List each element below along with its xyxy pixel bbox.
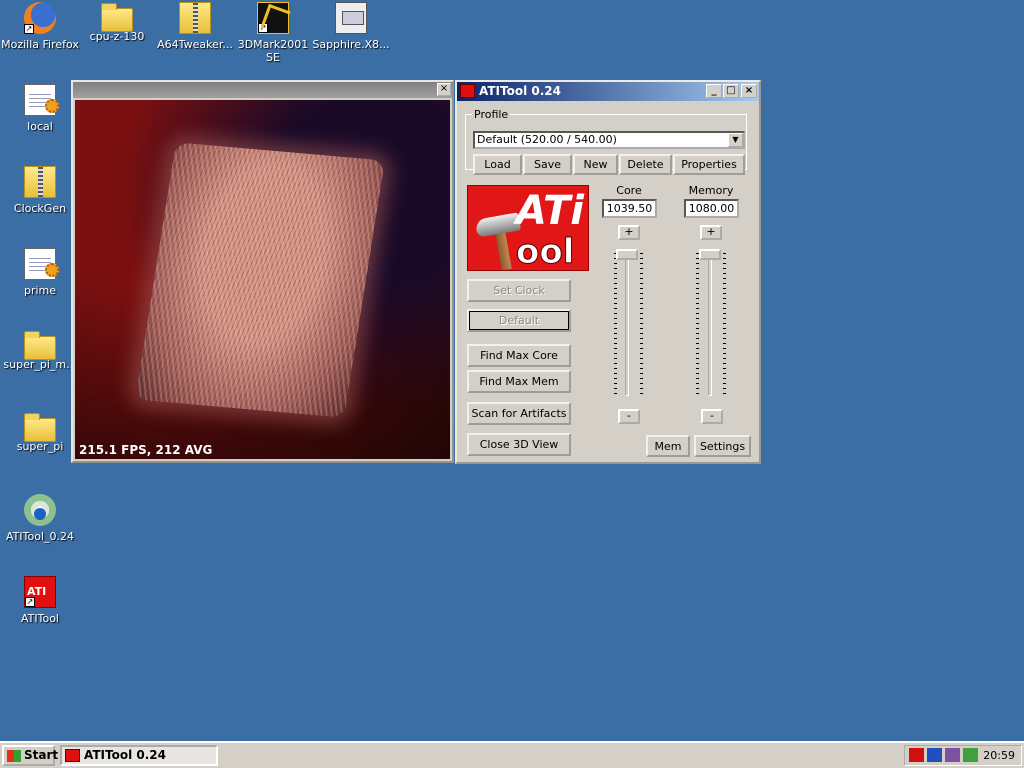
desktop-icon-label: Sapphire.X8... xyxy=(312,38,390,51)
logo-text-ati: ATi xyxy=(515,188,584,234)
folder-icon xyxy=(101,3,133,32)
close-icon[interactable]: × xyxy=(437,83,451,96)
desktop-icon-label: A64Tweaker... xyxy=(157,38,233,51)
find-max-mem-button[interactable]: Find Max Mem xyxy=(467,370,571,393)
taskbar-item-atitool[interactable]: ATITool 0.24 xyxy=(60,745,218,766)
firefox-icon: ↗ xyxy=(24,2,56,34)
window-title: ATITool 0.24 xyxy=(479,84,561,98)
atitool-tray-icon[interactable] xyxy=(909,748,924,762)
desktop-icon-super-pi[interactable]: super_pi xyxy=(0,412,80,453)
logo-text-tool: ool xyxy=(515,232,575,271)
profile-legend: Profile xyxy=(474,108,509,121)
desktop-icon-prime[interactable]: prime xyxy=(0,248,80,297)
notepad-file-icon xyxy=(24,248,59,280)
folder-icon xyxy=(24,331,56,360)
desktop-icon-label: local xyxy=(27,120,53,133)
3d-view-window: × 215.1 FPS, 212 AVG xyxy=(71,80,454,463)
core-clock-field[interactable]: 1039.50 xyxy=(602,199,657,218)
new-button[interactable]: New xyxy=(573,154,618,175)
core-slider-track[interactable] xyxy=(625,251,629,396)
windows-logo-icon xyxy=(7,750,21,762)
mem-button[interactable]: Mem xyxy=(646,435,690,457)
installer-cd-icon xyxy=(24,494,56,526)
default-button[interactable]: Default xyxy=(467,309,571,332)
3d-view-titlebar[interactable]: × xyxy=(73,82,452,98)
find-max-core-button[interactable]: Find Max Core xyxy=(467,344,571,367)
installer-icon xyxy=(335,2,367,34)
core-ticks-left xyxy=(614,253,617,394)
memory-slider-track[interactable] xyxy=(708,251,712,396)
hammer-head xyxy=(474,212,522,238)
memory-ticks-right xyxy=(723,253,726,394)
tray-app-icon[interactable] xyxy=(945,748,960,762)
atitool-window: ATITool 0.24 _ □ × Profile Default (520.… xyxy=(455,80,761,464)
zip-folder-icon xyxy=(24,166,56,198)
delete-button[interactable]: Delete xyxy=(619,154,672,175)
memory-ticks-left xyxy=(696,253,699,394)
fps-readout: 215.1 FPS, 212 AVG xyxy=(79,443,213,457)
desktop-icon-label: 3DMark2001 SE xyxy=(237,38,309,64)
desktop-icon-a64tweaker[interactable]: A64Tweaker... xyxy=(155,2,235,51)
atitool-app-icon xyxy=(460,84,475,98)
set-clock-button[interactable]: Set Clock xyxy=(467,279,571,302)
desktop-icon-3dmark[interactable]: ↗ 3DMark2001 SE xyxy=(233,2,313,64)
desktop-icon-atitool-installer[interactable]: ATITool_0.24 xyxy=(0,494,80,543)
desktop-icon-super-pi-m[interactable]: super_pi_m... xyxy=(0,330,80,371)
taskbar: Start ATITool 0.24 20:59 xyxy=(0,741,1024,768)
3d-render-canvas: 215.1 FPS, 212 AVG xyxy=(75,100,450,459)
taskbar-item-label: ATITool 0.24 xyxy=(84,748,166,762)
scan-artifacts-button[interactable]: Scan for Artifacts xyxy=(467,402,571,425)
memory-plus-button[interactable]: + xyxy=(700,225,722,240)
profile-group: Profile Default (520.00 / 540.00) ▼ Load… xyxy=(465,108,747,175)
atitool-icon: ↗ xyxy=(24,576,56,608)
desktop-icon-label: prime xyxy=(23,284,57,297)
memory-clock-field[interactable]: 1080.00 xyxy=(684,199,739,218)
desktop-icon-label: ClockGen xyxy=(13,202,67,215)
atitool-titlebar[interactable]: ATITool 0.24 _ □ × xyxy=(457,82,759,101)
core-minus-button[interactable]: - xyxy=(618,409,640,424)
notepad-file-icon xyxy=(24,84,59,116)
settings-button[interactable]: Settings xyxy=(694,435,751,457)
zip-folder-icon xyxy=(179,2,211,34)
desktop-icon-firefox[interactable]: ↗ Mozilla Firefox xyxy=(0,2,80,51)
close-button[interactable]: × xyxy=(741,84,757,98)
atitool-logo: ATi ool xyxy=(467,185,589,271)
desktop-icon-clockgen[interactable]: ClockGen xyxy=(0,166,80,215)
desktop-icon-atitool[interactable]: ↗ ATITool xyxy=(0,576,80,625)
desktop-icon-label: Mozilla Firefox xyxy=(1,38,79,51)
chevron-down-icon[interactable]: ▼ xyxy=(728,133,743,147)
core-label: Core xyxy=(616,184,642,197)
network-tray-icon[interactable] xyxy=(927,748,942,762)
maximize-button[interactable]: □ xyxy=(723,84,739,98)
users-tray-icon[interactable] xyxy=(963,748,978,762)
memory-label: Memory xyxy=(688,184,734,197)
core-ticks-right xyxy=(640,253,643,394)
memory-minus-button[interactable]: - xyxy=(701,409,723,424)
desktop-icon-sapphire[interactable]: Sapphire.X8... xyxy=(311,2,391,51)
3dmark-icon: ↗ xyxy=(257,2,289,34)
start-button[interactable]: Start xyxy=(2,745,59,766)
system-tray: 20:59 xyxy=(904,745,1022,766)
properties-button[interactable]: Properties xyxy=(673,154,745,175)
profile-select[interactable]: Default (520.00 / 540.00) ▼ xyxy=(473,131,745,149)
core-plus-button[interactable]: + xyxy=(618,225,640,240)
core-slider-thumb[interactable] xyxy=(616,249,638,260)
atitool-icon xyxy=(65,749,80,762)
minimize-button[interactable]: _ xyxy=(706,84,722,98)
start-label: Start xyxy=(24,748,59,762)
desktop-icon-label: ATITool xyxy=(20,612,59,625)
memory-slider-thumb[interactable] xyxy=(699,249,721,260)
taskbar-clock[interactable]: 20:59 xyxy=(983,748,1015,763)
desktop-icon-label: ATITool_0.24 xyxy=(6,530,74,543)
save-button[interactable]: Save xyxy=(523,154,572,175)
close-3d-view-button[interactable]: Close 3D View xyxy=(467,433,571,456)
desktop-icon-cpu-z[interactable]: cpu-z-130 xyxy=(77,2,157,43)
load-button[interactable]: Load xyxy=(473,154,522,175)
folder-icon xyxy=(24,413,56,442)
fur-cube-render xyxy=(135,142,385,418)
desktop-icon-local[interactable]: local xyxy=(0,84,80,133)
profile-selected-value: Default (520.00 / 540.00) xyxy=(477,133,617,146)
